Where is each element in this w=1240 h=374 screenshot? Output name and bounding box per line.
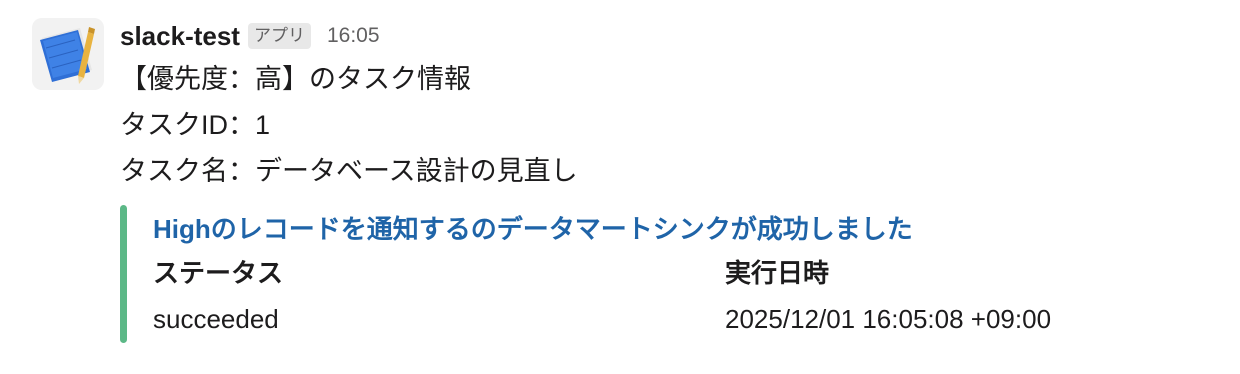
attachment-title[interactable]: Highのレコードを通知するのデータマートシンクが成功しました (153, 209, 913, 246)
field-status-value: succeeded (153, 304, 279, 334)
sender-name[interactable]: slack-test (120, 21, 240, 52)
message-content: slack-test アプリ 16:05 【優先度：高】のタスク情報 タスクID… (120, 16, 1220, 194)
slack-message: slack-test アプリ 16:05 【優先度：高】のタスク情報 タスクID… (0, 0, 1240, 374)
field-executed-at: 実行日時 2025/12/01 16:05:08 +09:00 (725, 253, 1051, 335)
message-header: slack-test アプリ 16:05 (120, 16, 1220, 56)
message-line-task-id: タスクID：1 (120, 110, 271, 140)
message-attachment: Highのレコードを通知するのデータマートシンクが成功しました ステータス su… (120, 205, 1120, 343)
message-line-task-name: タスク名：データベース設計の見直し (120, 156, 578, 186)
app-avatar[interactable] (32, 18, 104, 90)
field-executed-at-value: 2025/12/01 16:05:08 +09:00 (725, 304, 1052, 334)
field-status: ステータス succeeded (153, 253, 283, 335)
message-timestamp[interactable]: 16:05 (327, 24, 380, 48)
field-executed-at-title: 実行日時 (725, 258, 830, 288)
attachment-color-bar (120, 205, 127, 343)
notebook-pencil-icon (32, 18, 104, 90)
field-status-title: ステータス (153, 258, 284, 288)
message-line-priority: 【優先度：高】のタスク情報 (120, 64, 471, 94)
app-badge: アプリ (247, 23, 311, 49)
